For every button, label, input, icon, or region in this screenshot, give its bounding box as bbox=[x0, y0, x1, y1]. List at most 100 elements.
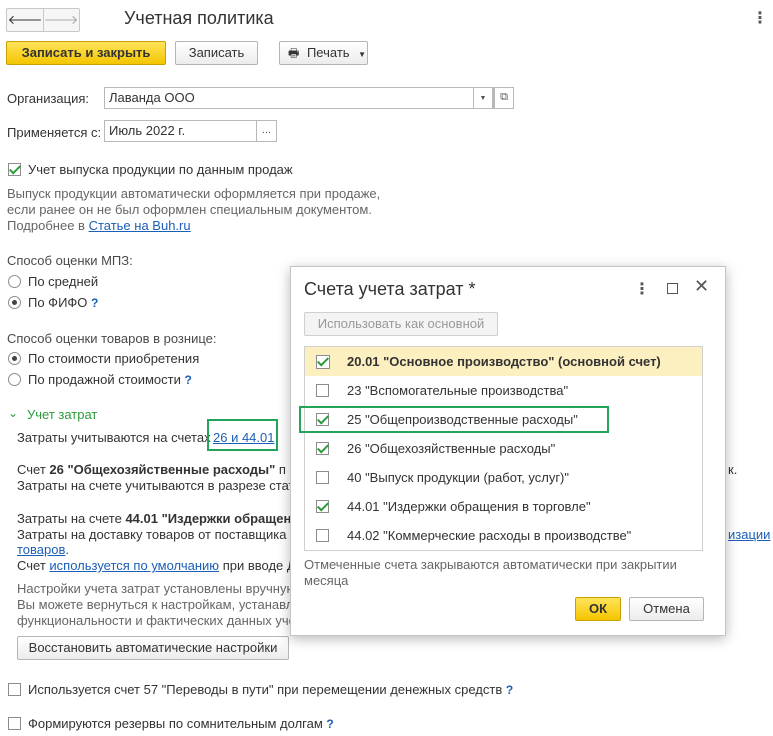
account-label: 44.01 "Издержки обращения в торговле" bbox=[347, 499, 591, 514]
kebab-menu-icon[interactable]: ⋮ bbox=[634, 279, 650, 299]
close-icon[interactable]: ✕ bbox=[694, 276, 709, 297]
ok-button[interactable]: ОК bbox=[575, 597, 621, 621]
dialog-title: Счета учета затрат * bbox=[304, 279, 476, 299]
retail-sale-label: По продажной стоимости ? bbox=[28, 372, 192, 387]
goods-link[interactable]: товаров bbox=[17, 542, 65, 557]
retail-sale-radio[interactable] bbox=[8, 373, 21, 386]
applies-input[interactable]: Июль 2022 г. bbox=[104, 120, 257, 142]
open-icon: ⧉ bbox=[500, 91, 508, 103]
account-checkbox[interactable] bbox=[316, 384, 329, 397]
list-item[interactable]: 44.01 "Издержки обращения в торговле" bbox=[305, 492, 702, 521]
retail-title: Способ оценки товаров в рознице: bbox=[7, 331, 217, 346]
dropdown-arrow-icon: ▼ bbox=[358, 50, 367, 59]
print-button[interactable]: 🖶 Печать ▼ bbox=[279, 41, 368, 65]
account-checkbox[interactable] bbox=[316, 355, 330, 369]
navigation-buttons: 🡐 🡒 bbox=[6, 8, 80, 32]
chevron-down-icon[interactable]: ⌄ bbox=[8, 406, 18, 420]
sales-desc-3: Подробнее в Статье на Buh.ru bbox=[7, 218, 191, 233]
list-item[interactable]: 23 "Вспомогательные производства" bbox=[305, 376, 702, 405]
maximize-icon[interactable] bbox=[667, 283, 678, 294]
acc26-line2: Затраты на счете учитываются в разрезе с… bbox=[17, 478, 295, 493]
list-item[interactable]: 26 "Общехозяйственные расходы" bbox=[305, 434, 702, 463]
applies-browse-button[interactable]: ... bbox=[256, 120, 277, 142]
back-button[interactable]: 🡐 bbox=[7, 9, 44, 31]
acc44-line4-tail: при вводе Д bbox=[222, 558, 296, 573]
reserve-text: Формируются резервы по сомнительным долг… bbox=[28, 716, 323, 731]
acc57-label: Используется счет 57 "Переводы в пути" п… bbox=[28, 682, 513, 697]
help-icon[interactable]: ? bbox=[326, 717, 333, 731]
acc44-line2: Затраты на доставку товаров от поставщик… bbox=[17, 527, 298, 542]
applies-label: Применяется с: bbox=[7, 125, 102, 140]
mpz-fifo-radio[interactable] bbox=[8, 296, 21, 309]
mpz-avg-label: По средней bbox=[28, 274, 99, 289]
acc26-tail: п bbox=[278, 462, 286, 477]
mpz-title: Способ оценки МПЗ: bbox=[7, 253, 133, 268]
manual-note-1: Настройки учета затрат установлены вручн… bbox=[17, 581, 297, 596]
highlight-frame bbox=[299, 406, 609, 433]
org-label: Организация: bbox=[7, 91, 90, 106]
use-as-main-button[interactable]: Использовать как основной bbox=[304, 312, 498, 336]
save-and-close-button[interactable]: Записать и закрыть bbox=[6, 41, 166, 65]
accounts-list: 20.01 "Основное производство" (основной … bbox=[304, 346, 703, 551]
mpz-fifo-text: По ФИФО bbox=[28, 295, 88, 310]
costs-accounts-link[interactable]: 26 и 44.01 bbox=[213, 430, 274, 445]
acc26-end: к. bbox=[728, 462, 738, 477]
reserve-checkbox[interactable] bbox=[8, 717, 21, 730]
acc44-line3-tail: . bbox=[65, 542, 70, 557]
mpz-fifo-label: По ФИФО ? bbox=[28, 295, 98, 310]
account-label: 44.02 "Коммерческие расходы в производст… bbox=[347, 528, 632, 543]
forward-button[interactable]: 🡒 bbox=[43, 9, 79, 31]
sales-desc-1: Выпуск продукции автоматически оформляет… bbox=[7, 186, 381, 201]
arrow-right-icon: 🡒 bbox=[43, 12, 79, 27]
dialog-footnote-1: Отмеченные счета закрываются автоматичес… bbox=[304, 557, 677, 572]
help-icon[interactable]: ? bbox=[185, 373, 192, 387]
account-label: 40 "Выпуск продукции (работ, услуг)" bbox=[347, 470, 570, 485]
retail-cost-radio[interactable] bbox=[8, 352, 21, 365]
manual-note-3: функциональности и фактических данных уч… bbox=[17, 613, 296, 628]
help-icon[interactable]: ? bbox=[91, 296, 98, 310]
mpz-avg-radio[interactable] bbox=[8, 275, 21, 288]
cancel-button[interactable]: Отмена bbox=[629, 597, 704, 621]
list-item[interactable]: 40 "Выпуск продукции (работ, услуг)" bbox=[305, 463, 702, 492]
default-usage-link[interactable]: используется по умолчанию bbox=[49, 558, 219, 573]
sales-checkbox-label: Учет выпуска продукции по данным продаж bbox=[28, 162, 293, 177]
org-open-button[interactable]: ⧉ bbox=[494, 87, 514, 109]
save-button[interactable]: Записать bbox=[175, 41, 258, 65]
acc26-prefix: Счет bbox=[17, 462, 46, 477]
costs-accounts-label: Затраты учитываются на счетах bbox=[17, 430, 211, 445]
list-item[interactable]: 44.02 "Коммерческие расходы в производст… bbox=[305, 521, 702, 550]
retail-cost-label: По стоимости приобретения bbox=[28, 351, 200, 366]
acc57-text: Используется счет 57 "Переводы в пути" п… bbox=[28, 682, 503, 697]
account-label: 26 "Общехозяйственные расходы" bbox=[347, 441, 556, 456]
org-input[interactable]: Лаванда ООО bbox=[104, 87, 494, 109]
page-title: Учетная политика bbox=[124, 8, 274, 28]
account-checkbox[interactable] bbox=[316, 529, 329, 542]
chevron-down-icon: ▼ bbox=[479, 95, 487, 102]
acc44-line4: Счет используется по умолчанию при вводе… bbox=[17, 558, 296, 573]
acc26-line1: Счет 26 "Общехозяйственные расходы" п bbox=[17, 462, 286, 477]
acc44-line1: Затраты на счете 44.01 "Издержки обращен bbox=[17, 511, 291, 526]
restore-settings-button[interactable]: Восстановить автоматические настройки bbox=[17, 636, 289, 660]
acc44-line4-prefix: Счет bbox=[17, 558, 46, 573]
account-checkbox[interactable] bbox=[316, 500, 329, 513]
kebab-menu-icon[interactable]: ⋮ bbox=[752, 8, 768, 28]
buh-ru-link[interactable]: Статье на Buh.ru bbox=[89, 218, 191, 233]
manual-note-2: Вы можете вернуться к настройкам, устана… bbox=[17, 597, 294, 612]
arrow-left-icon: 🡐 bbox=[7, 12, 43, 27]
account-checkbox[interactable] bbox=[316, 442, 329, 455]
printer-icon: 🖶 bbox=[288, 46, 300, 60]
list-item[interactable]: 20.01 "Основное производство" (основной … bbox=[305, 347, 702, 376]
sales-checkbox[interactable] bbox=[8, 163, 21, 176]
help-icon[interactable]: ? bbox=[506, 683, 513, 697]
acc57-checkbox[interactable] bbox=[8, 683, 21, 696]
costs-section-title[interactable]: Учет затрат bbox=[27, 407, 97, 422]
org-dropdown-button[interactable]: ▼ bbox=[473, 87, 493, 109]
account-checkbox[interactable] bbox=[316, 471, 329, 484]
reserve-label: Формируются резервы по сомнительным долг… bbox=[28, 716, 334, 731]
sales-desc-3-text: Подробнее в bbox=[7, 218, 85, 233]
acc44-line3: товаров. bbox=[17, 542, 69, 557]
acc44-bold: 44.01 "Издержки обращен bbox=[125, 511, 292, 526]
acc44-line2-link[interactable]: изации bbox=[728, 527, 770, 542]
print-button-label: Печать bbox=[306, 45, 350, 60]
dialog-footnote-2: месяца bbox=[304, 573, 349, 588]
